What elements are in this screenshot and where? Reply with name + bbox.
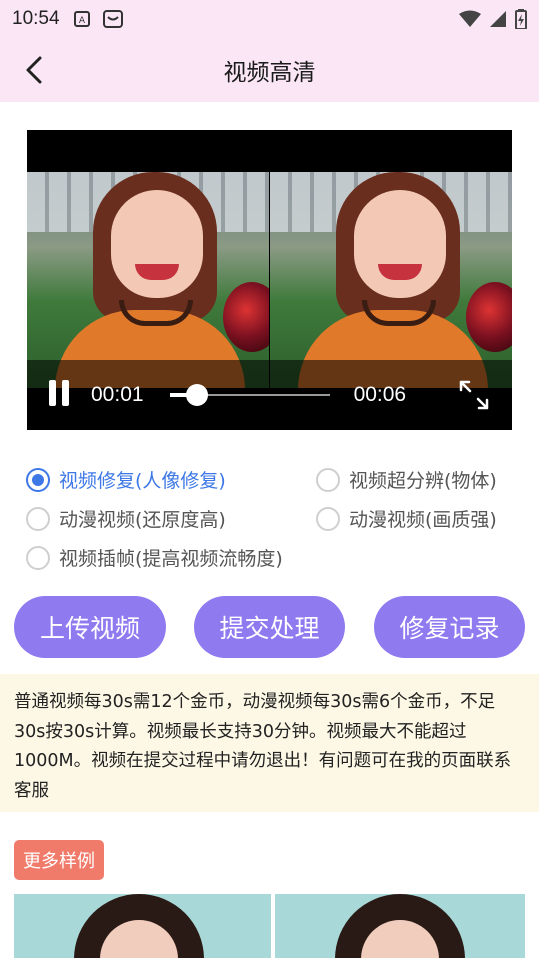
- sample-image-original[interactable]: [14, 894, 271, 958]
- history-button[interactable]: 修复记录: [374, 596, 525, 658]
- sample-image-enhanced[interactable]: [275, 894, 525, 958]
- status-time: 10:54: [12, 8, 60, 29]
- option-label: 动漫视频(还原度高): [59, 509, 226, 531]
- radio-icon: [316, 506, 340, 531]
- notice-text: 普通视频每30s需12个金币，动漫视频每30s需6个金币，不足30s按30s计算…: [0, 674, 539, 812]
- option-label: 视频修复(人像修复): [59, 470, 226, 492]
- page-title: 视频高清: [223, 60, 316, 86]
- more-samples-button[interactable]: 更多样例: [14, 840, 104, 880]
- status-icons-right: [459, 9, 527, 29]
- android-icon: [102, 10, 123, 28]
- pause-icon: [49, 380, 56, 406]
- back-button[interactable]: [18, 52, 54, 88]
- battery-icon: [515, 9, 527, 29]
- signal-icon: [490, 11, 506, 27]
- pause-button[interactable]: [49, 380, 75, 410]
- video-player[interactable]: 00:01 00:06: [27, 130, 512, 430]
- option-super-resolution[interactable]: 视频超分辨(物体): [316, 466, 497, 493]
- radio-icon: [26, 506, 50, 531]
- status-icons-left: A: [73, 9, 124, 29]
- radio-icon: [316, 467, 340, 492]
- current-time: 00:01: [91, 383, 144, 406]
- fullscreen-icon: [459, 380, 489, 410]
- option-label: 视频超分辨(物体): [349, 470, 497, 492]
- option-portrait-repair[interactable]: 视频修复(人像修复): [26, 466, 226, 493]
- status-bar: 10:54 A: [0, 0, 539, 38]
- option-anime-fidelity[interactable]: 动漫视频(还原度高): [26, 505, 226, 532]
- fullscreen-button[interactable]: [458, 379, 490, 411]
- a-icon: A: [73, 11, 90, 27]
- duration-time: 00:06: [353, 383, 407, 406]
- video-frame-enhanced: [270, 172, 512, 388]
- option-label: 视频插帧(提高视频流畅度): [59, 548, 283, 570]
- title-bar: 视频高清: [0, 38, 539, 102]
- option-anime-quality[interactable]: 动漫视频(画质强): [316, 505, 497, 532]
- submit-button[interactable]: 提交处理: [194, 596, 345, 658]
- wifi-icon: [459, 10, 481, 27]
- option-label: 动漫视频(画质强): [349, 509, 497, 531]
- seek-bar[interactable]: [169, 380, 330, 410]
- video-frame-original: [27, 172, 269, 388]
- seek-thumb[interactable]: [185, 384, 208, 406]
- video-controls: 00:01 00:06: [27, 360, 512, 430]
- svg-text:A: A: [78, 16, 85, 26]
- option-frame-interpolation[interactable]: 视频插帧(提高视频流畅度): [26, 544, 283, 571]
- radio-icon: [26, 545, 50, 570]
- upload-video-button[interactable]: 上传视频: [14, 596, 166, 658]
- radio-icon: [26, 467, 50, 492]
